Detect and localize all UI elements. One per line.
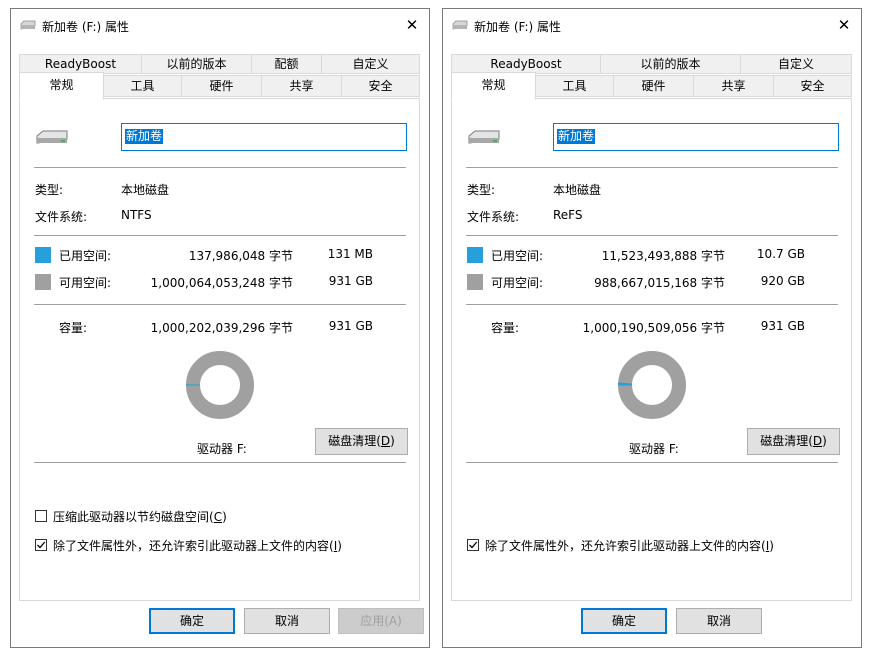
usage-donut-chart (185, 350, 255, 420)
filesystem-value: NTFS (121, 208, 152, 222)
filesystem-value: ReFS (553, 208, 583, 222)
index-contents-label[interactable]: 除了文件属性外，还允许索引此驱动器上文件的内容(I) (485, 537, 774, 554)
separator (466, 304, 838, 305)
tab-general[interactable]: 常规 (451, 72, 536, 100)
type-label: 类型: (467, 181, 495, 198)
filesystem-label: 文件系统: (35, 208, 87, 225)
tab-general[interactable]: 常规 (19, 72, 104, 100)
properties-dialog-right: 新加卷 (F:) 属性 ✕ ReadyBoost 以前的版本 自定义 常规 工具… (442, 8, 862, 648)
cancel-button[interactable]: 取消 (244, 608, 330, 634)
capacity-size: 931 GB (329, 319, 373, 333)
apply-button[interactable]: 应用(A) (338, 608, 424, 634)
disk-cleanup-button[interactable]: 磁盘清理(D) (747, 428, 840, 455)
compress-drive-checkbox[interactable] (35, 510, 47, 522)
window-title: 新加卷 (F:) 属性 (474, 18, 561, 35)
used-space-size: 10.7 GB (757, 247, 805, 261)
free-space-label: 可用空间: (59, 274, 111, 291)
separator (34, 304, 406, 305)
free-space-bytes: 988,667,015,168 字节 (594, 274, 725, 291)
used-space-bytes: 137,986,048 字节 (189, 247, 293, 264)
capacity-label: 容量: (491, 319, 519, 336)
usage-donut-chart (617, 350, 687, 420)
tab-previous-versions[interactable]: 以前的版本 (600, 54, 741, 74)
ok-button[interactable]: 确定 (581, 608, 667, 634)
type-value: 本地磁盘 (553, 181, 601, 198)
close-button[interactable]: ✕ (395, 9, 429, 41)
used-space-bytes: 11,523,493,888 字节 (602, 247, 725, 264)
index-contents-checkbox[interactable] (467, 539, 479, 551)
title-bar[interactable]: 新加卷 (F:) 属性 ✕ (11, 9, 429, 41)
capacity-size: 931 GB (761, 319, 805, 333)
tab-hardware[interactable]: 硬件 (613, 75, 694, 97)
capacity-label: 容量: (59, 319, 87, 336)
ok-button[interactable]: 确定 (149, 608, 235, 634)
compress-drive-label[interactable]: 压缩此驱动器以节约磁盘空间(C) (53, 508, 227, 525)
volume-name-input[interactable]: 新加卷 (553, 123, 839, 151)
tab-sharing[interactable]: 共享 (693, 75, 774, 97)
free-space-size: 931 GB (329, 274, 373, 288)
properties-dialog-left: 新加卷 (F:) 属性 ✕ ReadyBoost 以前的版本 配额 自定义 常规… (10, 8, 430, 648)
tab-readyboost[interactable]: ReadyBoost (451, 54, 601, 74)
used-space-label: 已用空间: (59, 247, 111, 264)
drive-icon (20, 20, 36, 30)
free-space-arc (625, 358, 679, 412)
free-space-bytes: 1,000,064,053,248 字节 (151, 274, 293, 291)
checkmark-icon (36, 540, 46, 550)
free-space-swatch (35, 274, 51, 290)
tab-hardware[interactable]: 硬件 (181, 75, 262, 97)
used-space-swatch (467, 247, 483, 263)
tab-tools[interactable]: 工具 (535, 75, 614, 97)
used-space-label: 已用空间: (491, 247, 543, 264)
drive-icon (452, 20, 468, 30)
type-label: 类型: (35, 181, 63, 198)
separator (466, 235, 838, 236)
tab-security[interactable]: 安全 (341, 75, 420, 97)
separator (466, 167, 838, 168)
tab-security[interactable]: 安全 (773, 75, 852, 97)
tab-readyboost[interactable]: ReadyBoost (19, 54, 142, 74)
volume-name-input[interactable]: 新加卷 (121, 123, 407, 151)
separator (34, 462, 406, 463)
close-button[interactable]: ✕ (827, 9, 861, 41)
title-bar[interactable]: 新加卷 (F:) 属性 ✕ (443, 9, 861, 41)
separator (466, 462, 838, 463)
free-space-arc (193, 358, 247, 412)
drive-icon (35, 129, 69, 145)
checkmark-icon (468, 540, 478, 550)
capacity-bytes: 1,000,202,039,296 字节 (151, 319, 293, 336)
used-space-swatch (35, 247, 51, 263)
index-contents-checkbox[interactable] (35, 539, 47, 551)
free-space-size: 920 GB (761, 274, 805, 288)
cancel-button[interactable]: 取消 (676, 608, 762, 634)
used-space-size: 131 MB (328, 247, 373, 261)
tab-previous-versions[interactable]: 以前的版本 (141, 54, 252, 74)
window-title: 新加卷 (F:) 属性 (42, 18, 129, 35)
drive-letter-label: 驱动器 F: (197, 440, 247, 457)
tab-customize[interactable]: 自定义 (321, 54, 420, 74)
tab-sharing[interactable]: 共享 (261, 75, 342, 97)
free-space-label: 可用空间: (491, 274, 543, 291)
filesystem-label: 文件系统: (467, 208, 519, 225)
drive-letter-label: 驱动器 F: (629, 440, 679, 457)
separator (34, 167, 406, 168)
free-space-swatch (467, 274, 483, 290)
tab-customize[interactable]: 自定义 (740, 54, 852, 74)
disk-cleanup-button[interactable]: 磁盘清理(D) (315, 428, 408, 455)
tab-quota[interactable]: 配额 (251, 54, 322, 74)
separator (34, 235, 406, 236)
index-contents-label[interactable]: 除了文件属性外，还允许索引此驱动器上文件的内容(I) (53, 537, 342, 554)
drive-icon (467, 129, 501, 145)
tab-tools[interactable]: 工具 (103, 75, 182, 97)
type-value: 本地磁盘 (121, 181, 169, 198)
capacity-bytes: 1,000,190,509,056 字节 (583, 319, 725, 336)
